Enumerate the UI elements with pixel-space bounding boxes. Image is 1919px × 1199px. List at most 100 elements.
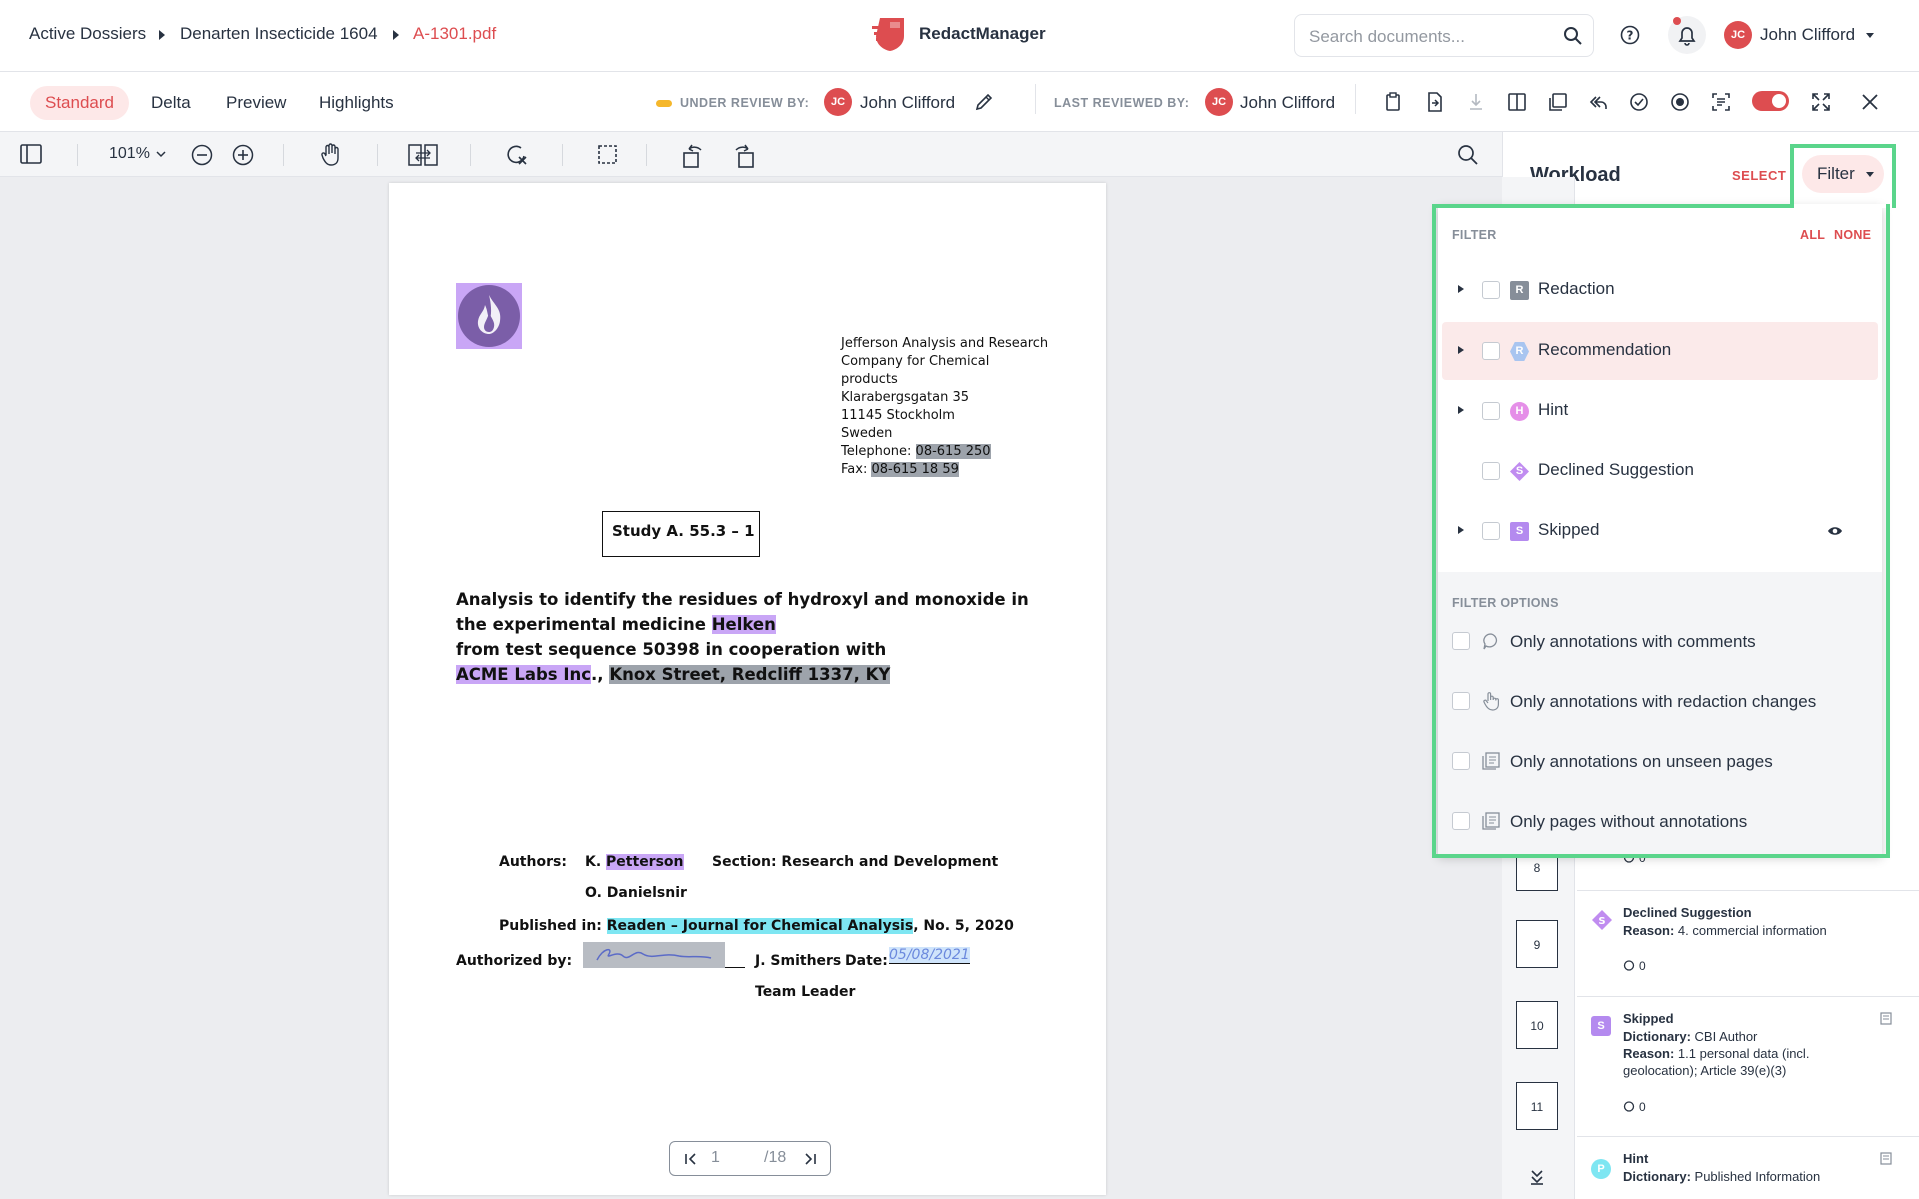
tab-standard[interactable]: Standard <box>30 86 129 120</box>
study-box: Study A. 55.3 – 1 <box>602 511 760 557</box>
published-line: Published in: Readen – Journal for Chemi… <box>499 918 1014 934</box>
highlight-date[interactable]: 05/08/2021 <box>889 947 970 964</box>
divider <box>1035 84 1036 114</box>
first-page-icon[interactable] <box>684 1152 698 1166</box>
redacted-signature[interactable] <box>583 942 725 968</box>
rectangle-select-icon[interactable] <box>597 144 619 166</box>
page-icon[interactable] <box>1880 1012 1892 1025</box>
telephone-label: Telephone: <box>841 444 912 459</box>
columns-icon[interactable] <box>1507 92 1527 112</box>
redacted-telephone[interactable]: 08-615 250 <box>915 444 991 459</box>
tab-delta[interactable]: Delta <box>136 86 206 120</box>
search-input[interactable]: Search documents... <box>1294 14 1594 57</box>
user-menu-caret-icon[interactable] <box>1866 33 1874 38</box>
page-navigator: 1 /18 <box>669 1141 831 1176</box>
title-line: ACME Labs Inc., Knox Street, Redcliff 13… <box>456 662 1029 687</box>
divider <box>1577 996 1919 997</box>
zoom-level[interactable]: 101% <box>109 145 150 163</box>
page-thumbnail[interactable]: 11 <box>1516 1082 1558 1130</box>
close-icon[interactable] <box>1861 93 1879 111</box>
highlight-helken[interactable]: Helken <box>711 615 776 634</box>
download-icon[interactable] <box>1467 92 1485 112</box>
section-text: Section: Research and Development <box>712 854 999 870</box>
document-search-icon[interactable] <box>1457 144 1479 166</box>
clear-search-icon[interactable] <box>505 143 529 167</box>
svg-text:?: ? <box>1627 29 1634 43</box>
title-line: from test sequence 50398 in cooperation … <box>456 640 887 659</box>
page-total: /18 <box>764 1149 787 1166</box>
page-thumbnail[interactable]: 9 <box>1516 920 1558 968</box>
highlight-petterson[interactable]: Petterson <box>606 854 684 870</box>
divider <box>470 144 471 166</box>
sidebar-toggle-icon[interactable] <box>20 144 42 164</box>
bell-icon <box>1673 17 1696 46</box>
highlight-outline-filter <box>1790 144 1896 208</box>
rotate-right-icon[interactable] <box>732 141 756 169</box>
reply-all-icon[interactable] <box>1588 92 1608 112</box>
copy-document-icon[interactable] <box>1548 92 1568 112</box>
clipboard-icon[interactable] <box>1384 92 1402 112</box>
page-thumbnail[interactable]: 10 <box>1516 1001 1558 1049</box>
annotation-title: Hint <box>1623 1151 1649 1166</box>
study-number: Study A. 55.3 – 1 <box>612 522 755 540</box>
zoom-in-icon[interactable] <box>232 144 254 166</box>
breadcrumb-dossier[interactable]: Denarten Insecticide 1604 <box>180 24 378 44</box>
scan-text-icon[interactable] <box>1711 92 1731 112</box>
toggle-switch[interactable] <box>1752 91 1789 111</box>
page-input[interactable]: 1 <box>711 1149 720 1167</box>
file-export-icon[interactable] <box>1426 92 1444 112</box>
team-leader: Team Leader <box>755 984 856 1000</box>
annotation-title: Declined Suggestion <box>1623 905 1752 920</box>
flame-logo-icon <box>458 285 520 347</box>
notifications-button[interactable] <box>1668 16 1706 54</box>
breadcrumb-separator-icon <box>393 30 399 40</box>
fax-line: Fax: 08-615 18 59 <box>841 461 1048 479</box>
highlight-outline-edge <box>1432 204 1794 208</box>
check-circle-icon[interactable] <box>1629 92 1649 112</box>
help-icon[interactable]: ? <box>1620 25 1640 45</box>
tab-highlights[interactable]: Highlights <box>304 86 409 120</box>
company-address: Jefferson Analysis and Research Company … <box>841 335 1048 479</box>
redacted-fax[interactable]: 08-615 18 59 <box>871 462 959 477</box>
annotation-reason: Reason: 1.1 personal data (incl. <box>1623 1046 1810 1061</box>
breadcrumb-separator-icon <box>159 30 165 40</box>
divider <box>646 144 647 166</box>
rotate-left-icon[interactable] <box>681 141 705 169</box>
search-icon[interactable] <box>1563 26 1583 46</box>
reviewer-name[interactable]: John Clifford <box>860 93 955 113</box>
page-icon[interactable] <box>1880 1152 1892 1165</box>
company-logo <box>456 283 522 349</box>
reviewer-avatar: JC <box>824 88 852 116</box>
last-page-icon[interactable] <box>803 1152 817 1166</box>
fullscreen-icon[interactable] <box>1811 92 1831 112</box>
address-line: 11145 Stockholm <box>841 408 955 423</box>
edit-reviewer-pencil-icon[interactable] <box>974 92 994 112</box>
declined-suggestion-badge-icon: S <box>1591 909 1613 931</box>
pan-hand-icon[interactable] <box>320 143 342 167</box>
zoom-dropdown-chevron-icon[interactable] <box>156 151 166 158</box>
highlight-acme-labs[interactable]: ACME Labs Inc <box>456 665 592 684</box>
address-line: Klarabergsgatan 35 <box>841 390 970 405</box>
title-line: the experimental medicine Helken <box>456 612 1029 637</box>
title-text: ., <box>591 665 604 684</box>
viewer-toolbar: 101% <box>0 132 1502 177</box>
user-avatar[interactable]: JC <box>1724 21 1752 49</box>
highlight-journal[interactable]: Readen – Journal for Chemical Analysis <box>606 918 914 934</box>
user-name[interactable]: John Clifford <box>1760 25 1855 45</box>
tab-preview[interactable]: Preview <box>211 86 301 120</box>
zoom-out-icon[interactable] <box>191 144 213 166</box>
document-toolbar: Standard Delta Preview Highlights UNDER … <box>0 72 1919 132</box>
scroll-down-double-chevron-icon[interactable] <box>1529 1169 1545 1185</box>
top-bar: Active Dossiers Denarten Insecticide 160… <box>0 0 1919 72</box>
redacted-address[interactable]: Knox Street, Redcliff 1337, KY <box>609 665 891 684</box>
authorized-label: Authorized by: <box>456 953 573 969</box>
divider <box>1577 890 1919 891</box>
under-review-label: UNDER REVIEW BY: <box>680 96 810 110</box>
address-line: Sweden <box>841 426 893 441</box>
record-icon[interactable] <box>1670 92 1690 112</box>
breadcrumb-active-dossiers[interactable]: Active Dossiers <box>29 24 146 44</box>
comment-icon <box>1623 1101 1635 1113</box>
select-button[interactable]: SELECT <box>1732 168 1786 183</box>
review-status-indicator <box>656 100 672 107</box>
compare-pages-icon[interactable] <box>408 144 438 166</box>
